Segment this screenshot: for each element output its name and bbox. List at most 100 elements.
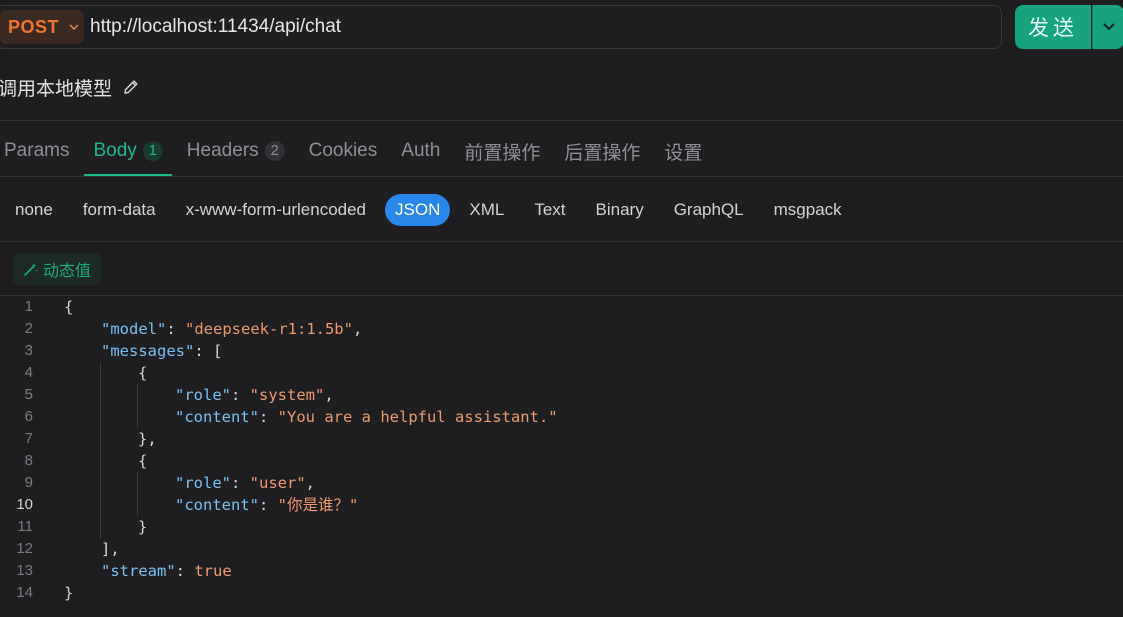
tab-body[interactable]: Body 1 (84, 126, 173, 176)
code-line[interactable]: 5 "role": "system", (0, 384, 1123, 406)
code-line[interactable]: 10 "content": "你是谁？" (0, 494, 1123, 516)
code-token: "stream" (101, 562, 176, 580)
body-type-text[interactable]: Text (519, 194, 580, 226)
line-number: 5 (24, 386, 33, 403)
code-token: } (64, 584, 74, 602)
tab-cookies[interactable]: Cookies (309, 126, 378, 176)
method-label: POST (8, 16, 60, 37)
code-line[interactable]: 9 "role": "user", (0, 472, 1123, 494)
send-dropdown-button[interactable] (1092, 5, 1123, 49)
method-select[interactable]: POST (0, 10, 84, 44)
code-content: }, (138, 428, 157, 450)
code-token: "messages" (101, 342, 195, 360)
dynamic-value-button[interactable]: 动态值 (13, 253, 102, 285)
code-token: : (259, 408, 278, 426)
code-token: : (175, 562, 195, 580)
code-content: "content": "你是谁？" (175, 494, 358, 516)
request-bar: POST http://localhost:11434/api/chat 发送 (0, 0, 1123, 56)
request-tabs: Params Body 1 Headers 2 Cookies Auth 前置操… (0, 126, 726, 176)
code-token: , (324, 386, 334, 404)
body-type-msgpack[interactable]: msgpack (759, 194, 857, 226)
code-line[interactable]: 14} (0, 582, 1123, 604)
code-token: } (138, 518, 148, 536)
divider (0, 176, 1123, 177)
code-token: "system" (249, 386, 325, 404)
code-line[interactable]: 8{ (0, 450, 1123, 472)
code-token: : (166, 320, 185, 338)
code-token: { (138, 364, 148, 382)
body-type-binary[interactable]: Binary (581, 194, 659, 226)
chevron-down-icon (69, 20, 79, 34)
body-type-xml[interactable]: XML (454, 194, 519, 226)
code-content: "role": "system", (175, 384, 334, 406)
dynamic-value-label: 动态值 (43, 263, 92, 280)
code-line[interactable]: 13 "stream": true (0, 560, 1123, 582)
chevron-down-icon (1102, 18, 1116, 36)
divider (0, 241, 1123, 242)
body-type-json[interactable]: JSON (385, 194, 451, 226)
tab-label: Auth (401, 140, 441, 161)
code-content: "messages": [ (101, 340, 222, 362)
body-type-urlencoded[interactable]: x-www-form-urlencoded (171, 194, 381, 226)
line-number: 10 (16, 496, 33, 513)
line-number: 1 (24, 298, 33, 315)
line-number: 11 (17, 518, 33, 535)
code-content: ], (101, 538, 120, 560)
code-token: , (305, 474, 316, 492)
code-token: : (259, 496, 278, 514)
code-content: { (64, 296, 73, 318)
code-token: , (352, 320, 363, 338)
code-content: "role": "user", (175, 472, 315, 494)
url-input[interactable]: http://localhost:11434/api/chat (90, 16, 341, 38)
code-content: "content": "You are a helpful assistant.… (175, 406, 558, 428)
request-title: 调用本地模型 (0, 78, 113, 100)
code-content: { (138, 450, 147, 472)
code-line[interactable]: 11} (0, 516, 1123, 538)
code-line[interactable]: 12], (0, 538, 1123, 560)
tab-label: Cookies (308, 140, 378, 161)
tab-headers[interactable]: Headers 2 (187, 126, 285, 176)
code-token: "你是谁？" (277, 496, 359, 514)
body-type-form-data[interactable]: form-data (68, 194, 171, 226)
code-token: "model" (101, 320, 167, 338)
code-line[interactable]: 4{ (0, 362, 1123, 384)
code-line[interactable]: 7}, (0, 428, 1123, 450)
tab-label: 设置 (664, 142, 703, 164)
code-token: : (231, 474, 250, 492)
code-token: { (138, 452, 148, 470)
edit-pencil-icon[interactable] (122, 78, 140, 96)
tab-count-badge: 1 (142, 141, 163, 161)
code-content: { (138, 362, 147, 384)
code-line[interactable]: 3 "messages": [ (0, 340, 1123, 362)
code-token: "user" (249, 474, 306, 492)
code-token: "content" (175, 496, 259, 514)
body-type-none[interactable]: none (0, 194, 68, 226)
code-token: "role" (175, 386, 231, 404)
tab-pre-operations[interactable]: 前置操作 (464, 126, 540, 176)
code-token: "deepseek-r1:1.5b" (185, 320, 353, 338)
tab-params[interactable]: Params (4, 126, 69, 176)
divider (0, 120, 1123, 121)
code-token: { (64, 298, 74, 316)
line-number: 6 (24, 408, 33, 425)
body-type-graphql[interactable]: GraphQL (659, 194, 759, 226)
line-number: 3 (24, 342, 33, 359)
code-token: : (231, 386, 250, 404)
tab-label: Params (4, 140, 70, 161)
tab-count-badge: 2 (264, 141, 285, 161)
send-button[interactable]: 发送 (1015, 5, 1091, 49)
code-token: }, (138, 430, 157, 448)
tab-settings[interactable]: 设置 (664, 126, 702, 176)
code-content: } (64, 582, 73, 604)
tab-label: 前置操作 (464, 142, 541, 164)
code-line[interactable]: 6 "content": "You are a helpful assistant… (0, 406, 1123, 428)
magic-wand-icon (24, 263, 39, 276)
line-number: 12 (16, 540, 33, 557)
line-number: 4 (24, 364, 33, 381)
code-line[interactable]: 2 "model": "deepseek-r1:1.5b", (0, 318, 1123, 340)
line-number: 8 (24, 452, 33, 469)
json-code-editor[interactable]: 1{2 "model": "deepseek-r1:1.5b", 3 "message… (0, 296, 1123, 617)
code-line[interactable]: 1{ (0, 296, 1123, 318)
tab-auth[interactable]: Auth (401, 126, 440, 176)
tab-post-operations[interactable]: 后置操作 (564, 126, 640, 176)
